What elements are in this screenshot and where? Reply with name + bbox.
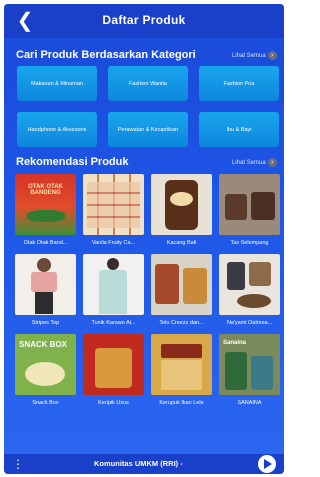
product-image-shape (249, 262, 271, 286)
product-card[interactable]: Vanila Fruity Ca... (83, 174, 144, 254)
product-name: Otak Otak Band... (23, 240, 68, 246)
see-all-label: Lihat Semua (232, 52, 266, 59)
product-name: Kacang Bali (166, 240, 197, 246)
product-card[interactable]: Keripik Usus (83, 334, 144, 414)
page-title: Daftar Produk (102, 13, 186, 27)
product-card[interactable]: SNACK BOX Snack Box (15, 334, 76, 414)
product-image (15, 254, 76, 315)
product-name: Keripik Usus (98, 400, 129, 406)
product-name: Tunik Karawo Ai... (91, 320, 136, 326)
product-card[interactable]: Na'yami Oatmea... (219, 254, 280, 334)
product-name: Snack Box (32, 400, 59, 406)
category-grid: Makanan & Minuman Fashion Wanita Fashion… (17, 66, 279, 147)
product-image-text: OTAK OTAK BANDENG (28, 184, 63, 196)
category-tile[interactable]: Fashion Wanita (108, 66, 188, 101)
products-see-all-link[interactable]: Lihat Semua › (232, 158, 277, 167)
product-image-shape (183, 268, 207, 304)
chevron-right-icon: › (267, 158, 277, 167)
product-card[interactable]: Sanaina SANAINA (219, 334, 280, 414)
product-image (83, 174, 144, 235)
product-image: OTAK OTAK BANDENG (15, 174, 76, 235)
category-tile[interactable]: Handphone & Aksesoris (17, 112, 97, 147)
product-image-shape (99, 270, 127, 314)
product-image-shape (237, 294, 271, 308)
product-image-shape (251, 356, 273, 390)
product-image-shape (37, 258, 51, 272)
product-card[interactable]: Kacang Bali (151, 174, 212, 254)
product-image (83, 254, 144, 315)
product-card[interactable]: Tas Selempang (219, 174, 280, 254)
play-button[interactable] (258, 455, 276, 473)
product-image-shape (35, 292, 53, 314)
product-image-text: SNACK BOX (19, 340, 68, 349)
product-card[interactable]: Telo Creezz dan... (151, 254, 212, 334)
product-image (219, 174, 280, 235)
more-vertical-icon[interactable]: ⋮ (12, 457, 24, 471)
product-name: Vanila Fruity Ca... (91, 240, 136, 246)
product-image-shape (161, 360, 202, 390)
audio-player-bar: ⋮ Komunitas UMKM (RRI) - (4, 454, 284, 474)
app-screen: ❮ Daftar Produk Cari Produk Berdasarkan … (4, 4, 284, 474)
product-image-shape (87, 182, 140, 228)
categories-see-all-link[interactable]: Lihat Semua › (232, 51, 277, 60)
product-name: SANAINA (237, 400, 262, 406)
product-image (83, 334, 144, 395)
see-all-label: Lihat Semua (232, 159, 266, 166)
product-image: SNACK BOX (15, 334, 76, 395)
product-image-shape (251, 192, 275, 220)
category-tile[interactable]: Ibu & Bayi (199, 112, 279, 147)
product-card[interactable]: OTAK OTAK BANDENG Otak Otak Band... (15, 174, 76, 254)
category-tile[interactable]: Perawatan & Kecantikan (108, 112, 188, 147)
app-header: ❮ Daftar Produk (4, 4, 284, 38)
product-image (151, 174, 212, 235)
product-card[interactable]: Tunik Karawo Ai... (83, 254, 144, 334)
product-name: Na'yami Oatmea... (226, 320, 273, 326)
product-grid: OTAK OTAK BANDENG Otak Otak Band... Vani… (15, 174, 281, 414)
category-tile[interactable]: Fashion Pria (199, 66, 279, 101)
categories-title: Cari Produk Berdasarkan Kategori (16, 49, 196, 61)
product-image-shape (27, 210, 65, 222)
chevron-right-icon: › (267, 51, 277, 60)
product-image-shape (161, 344, 202, 358)
player-title: Komunitas UMKM (RRI) - (94, 459, 183, 468)
product-image-shape (155, 264, 179, 304)
product-name: Kerupuk Ikan Lele (159, 400, 204, 406)
product-image-shape (31, 272, 57, 292)
product-image-shape (227, 262, 245, 290)
product-image-text: Sanaina (223, 340, 247, 346)
product-image: Sanaina (219, 334, 280, 395)
product-name: Telo Creezz dan... (159, 320, 204, 326)
product-card[interactable]: Kerupuk Ikan Lele (151, 334, 212, 414)
product-image-shape (25, 362, 65, 386)
category-tile[interactable]: Makanan & Minuman (17, 66, 97, 101)
product-image-shape (95, 348, 132, 388)
product-card[interactable]: Stripes Top (15, 254, 76, 334)
product-image (219, 254, 280, 315)
product-image (151, 334, 212, 395)
product-image-shape (225, 194, 247, 220)
product-image (151, 254, 212, 315)
play-icon (264, 459, 272, 469)
product-name: Tas Selempang (230, 240, 269, 246)
back-button[interactable]: ❮ (14, 10, 36, 32)
product-name: Stripes Top (31, 320, 60, 326)
products-title: Rekomendasi Produk (16, 156, 129, 168)
chevron-left-icon: ❮ (16, 10, 34, 32)
product-image-shape (225, 352, 247, 390)
product-image-shape (170, 192, 193, 206)
product-image-shape (107, 258, 119, 270)
